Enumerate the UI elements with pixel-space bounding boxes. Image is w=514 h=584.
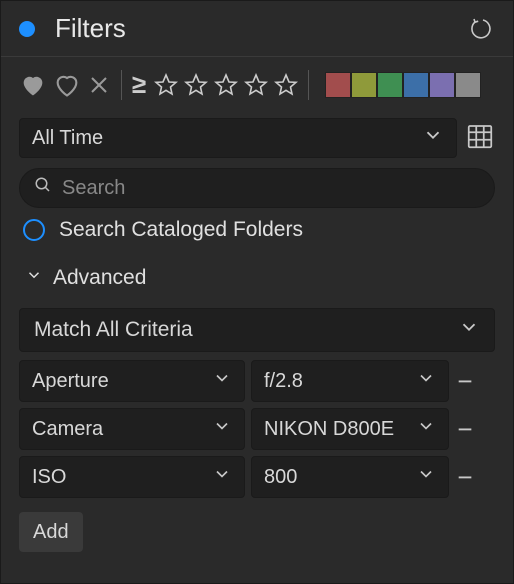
criteria-value-dropdown[interactable]: NIKON D800E [251,408,449,450]
remove-criteria-button[interactable]: − [455,416,475,442]
panel-title: Filters [55,13,471,44]
divider [121,70,122,100]
criteria-value-label: NIKON D800E [264,418,394,441]
star-3-icon[interactable] [214,73,238,97]
time-range-label: All Time [32,127,103,150]
reject-x-icon[interactable] [87,73,111,97]
star-4-icon[interactable] [244,73,268,97]
color-swatch-green[interactable] [377,72,403,98]
criteria-key-dropdown[interactable]: Camera [19,408,245,450]
chevron-down-icon [416,416,436,442]
search-cataloged-option[interactable]: Search Cataloged Folders [19,208,495,262]
criteria-row: Aperture f/2.8 − [19,360,495,402]
filters-content: All Time Sea [1,104,513,552]
criteria-key-label: Camera [32,418,103,441]
remove-criteria-button[interactable]: − [455,464,475,490]
criteria-row: ISO 800 − [19,456,495,498]
remove-criteria-button[interactable]: − [455,368,475,394]
criteria-value-label: f/2.8 [264,370,303,393]
color-swatch-gray[interactable] [455,72,481,98]
star-5-icon[interactable] [274,73,298,97]
match-criteria-dropdown[interactable]: Match All Criteria [19,308,495,352]
chevron-down-icon [458,316,480,344]
color-swatch-yellow[interactable] [351,72,377,98]
chevron-down-icon [212,368,232,394]
color-swatch-purple[interactable] [429,72,455,98]
criteria-key-dropdown[interactable]: Aperture [19,360,245,402]
chevron-down-icon [212,464,232,490]
criteria-key-label: ISO [32,466,66,489]
chevron-down-icon [416,368,436,394]
rating-comparator-icon[interactable]: ≥ [132,69,146,100]
advanced-label: Advanced [53,266,146,290]
search-input[interactable] [62,177,480,200]
heart-outline-icon[interactable] [53,71,81,99]
color-swatch-red[interactable] [325,72,351,98]
filters-panel: Filters ≥ [0,0,514,584]
criteria-key-dropdown[interactable]: ISO [19,456,245,498]
chevron-down-icon [416,464,436,490]
match-criteria-label: Match All Criteria [34,318,193,342]
chevron-down-icon [422,124,444,152]
calendar-icon[interactable] [465,121,495,156]
divider [308,70,309,100]
active-indicator-dot [19,21,35,37]
criteria-value-dropdown[interactable]: f/2.8 [251,360,449,402]
undo-icon[interactable] [471,17,495,41]
search-icon [34,176,52,200]
color-label-swatches [325,72,481,98]
color-swatch-blue[interactable] [403,72,429,98]
chevron-down-icon [25,266,43,290]
search-box[interactable] [19,168,495,208]
panel-header: Filters [1,1,513,57]
criteria-row: Camera NIKON D800E − [19,408,495,450]
add-criteria-button[interactable]: Add [19,512,83,552]
criteria-key-label: Aperture [32,370,109,393]
radio-label: Search Cataloged Folders [59,218,303,242]
radio-circle-icon [23,219,45,241]
heart-filled-icon[interactable] [19,71,47,99]
star-2-icon[interactable] [184,73,208,97]
chevron-down-icon [212,416,232,442]
criteria-value-dropdown[interactable]: 800 [251,456,449,498]
advanced-toggle[interactable]: Advanced [19,262,495,308]
add-button-label: Add [33,521,69,544]
time-range-dropdown[interactable]: All Time [19,118,457,158]
quick-filter-bar: ≥ [1,57,513,104]
criteria-value-label: 800 [264,466,297,489]
star-1-icon[interactable] [154,73,178,97]
